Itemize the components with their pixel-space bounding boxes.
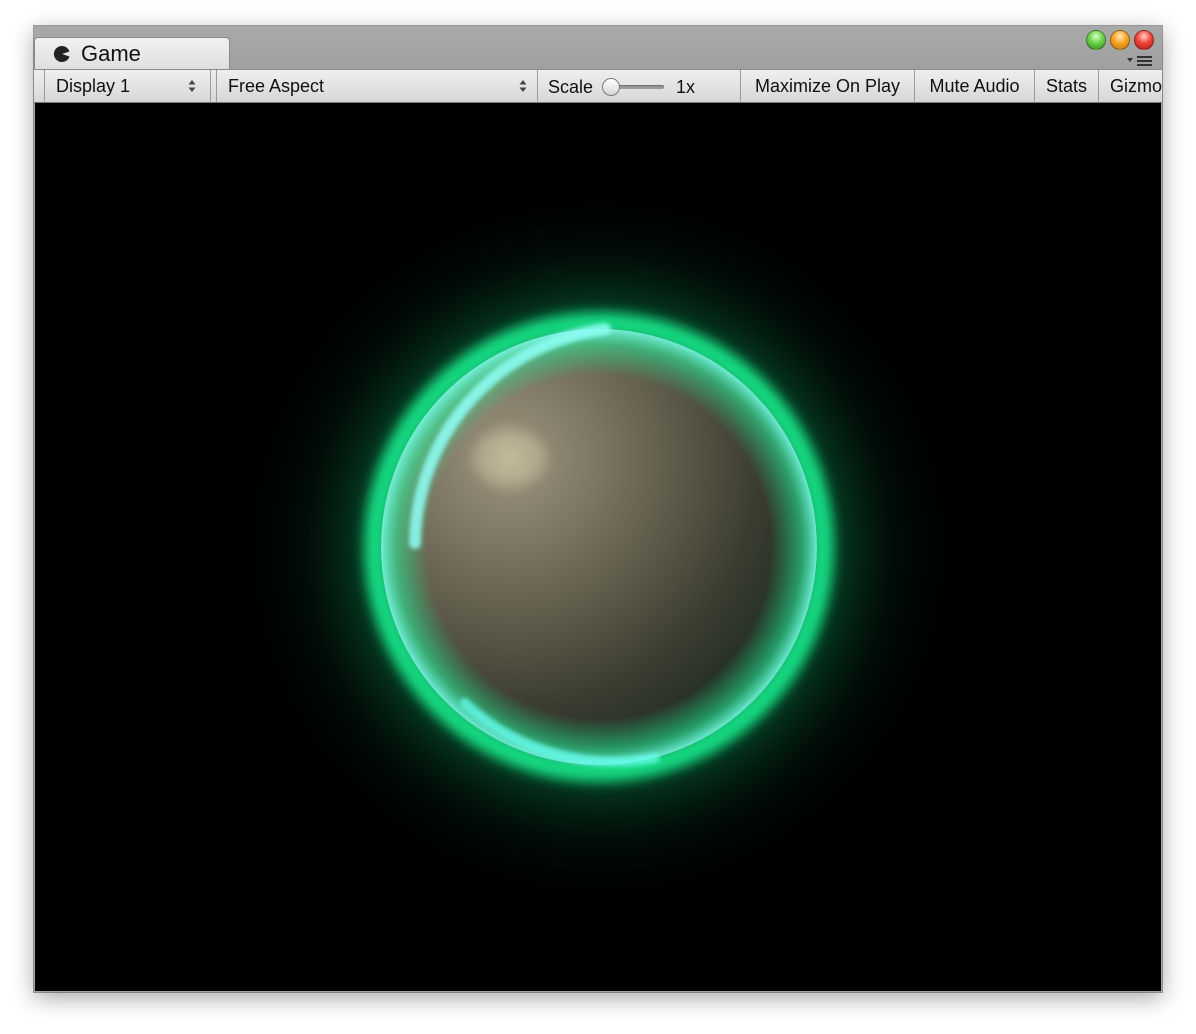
scale-control: Scale 1x — [538, 70, 740, 102]
game-toolbar: Display 1 Free Aspect Scale 1x Maximize … — [34, 69, 1162, 103]
display-dropdown-value: Display 1 — [56, 75, 131, 96]
aspect-dropdown-value: Free Aspect — [228, 75, 325, 96]
tab-game[interactable]: Game — [34, 37, 230, 70]
sphere-specular-highlight — [472, 430, 548, 486]
scale-slider-thumb[interactable] — [602, 78, 620, 96]
sphere-inner-rim — [381, 329, 817, 765]
maximize-on-play-toggle[interactable]: Maximize On Play — [741, 70, 914, 102]
gizmos-label: Gizmos — [1110, 75, 1162, 96]
aspect-dropdown[interactable]: Free Aspect — [217, 70, 537, 102]
zoom-button[interactable] — [1086, 30, 1106, 50]
scale-label: Scale — [548, 77, 594, 97]
game-window: Game Display 1 Free Aspect Scale 1x Maxi… — [34, 26, 1162, 992]
game-viewport[interactable] — [35, 103, 1161, 991]
stats-toggle[interactable]: Stats — [1035, 70, 1098, 102]
maximize-on-play-label: Maximize On Play — [754, 75, 901, 96]
updown-arrows-icon — [519, 80, 527, 92]
gizmos-dropdown[interactable]: Gizmos — [1099, 70, 1162, 102]
stats-label: Stats — [1045, 75, 1088, 96]
display-dropdown[interactable]: Display 1 — [45, 70, 206, 102]
tab-title: Game — [81, 41, 141, 66]
pacman-game-icon — [53, 45, 70, 62]
close-button[interactable] — [1134, 30, 1154, 50]
mute-audio-toggle[interactable]: Mute Audio — [915, 70, 1034, 102]
scale-value: 1x — [676, 77, 696, 97]
mute-audio-label: Mute Audio — [929, 75, 1020, 96]
minimize-button[interactable] — [1110, 30, 1130, 50]
tab-bar: Game — [34, 26, 1162, 70]
toolbar-separator — [210, 70, 211, 102]
glowing-sphere-render — [35, 103, 1161, 991]
panel-menu-icon[interactable] — [1126, 55, 1154, 67]
updown-arrows-icon — [188, 80, 196, 92]
window-controls — [1086, 30, 1154, 50]
